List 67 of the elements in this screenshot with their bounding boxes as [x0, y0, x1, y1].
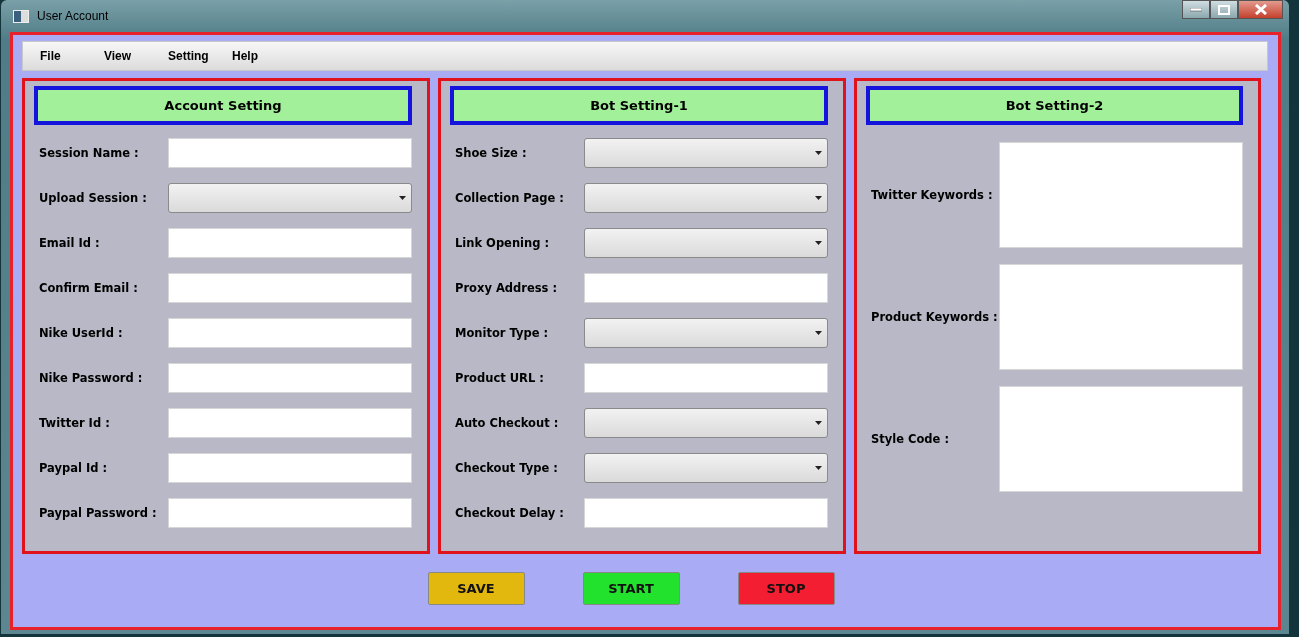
text-area[interactable]	[999, 264, 1243, 370]
caret-icon	[815, 465, 822, 470]
input-field[interactable]	[168, 452, 412, 483]
text-area[interactable]	[999, 142, 1243, 248]
field-label: Proxy Address :	[455, 280, 559, 295]
action-button[interactable]: STOP	[737, 572, 835, 605]
close-icon	[1253, 4, 1268, 15]
menu-item[interactable]: File	[40, 49, 104, 63]
field-label: Paypal Id :	[39, 460, 109, 475]
input-field[interactable]	[168, 137, 412, 168]
dropdown[interactable]	[584, 317, 828, 348]
minimize-button[interactable]	[1182, 0, 1210, 19]
text-area[interactable]	[999, 386, 1243, 492]
field-label: Nike Password :	[39, 370, 144, 385]
caret-icon	[815, 240, 822, 245]
field-label: Checkout Type :	[455, 460, 559, 475]
input-field[interactable]	[584, 362, 828, 393]
field-label: Email Id :	[39, 235, 101, 250]
dropdown[interactable]	[584, 137, 828, 168]
menu-item[interactable]: Help	[232, 49, 296, 63]
field-label: Collection Page :	[455, 190, 565, 205]
dropdown[interactable]	[584, 407, 828, 438]
maximize-button[interactable]	[1210, 0, 1238, 19]
panel-header: Bot Setting-2	[866, 86, 1243, 125]
caret-icon	[815, 150, 822, 155]
field-label: Checkout Delay :	[455, 505, 565, 520]
field-label: Product URL :	[455, 370, 545, 385]
field-label: Monitor Type :	[455, 325, 550, 340]
input-field[interactable]	[168, 317, 412, 348]
field-label: Product Keywords :	[871, 310, 999, 324]
field-label: Twitter Id :	[39, 415, 111, 430]
input-field[interactable]	[168, 497, 412, 528]
menu-item[interactable]: Setting	[168, 49, 232, 63]
panel-header: Account Setting	[34, 86, 412, 125]
menu-item[interactable]: View	[104, 49, 168, 63]
maximize-icon	[1218, 4, 1230, 15]
field-label: Link Opening :	[455, 235, 551, 250]
field-label: Paypal Password :	[39, 505, 158, 520]
field-label: Upload Session :	[39, 190, 148, 205]
field-label: Style Code :	[871, 432, 950, 446]
input-field[interactable]	[584, 272, 828, 303]
app-icon	[13, 9, 29, 23]
dropdown[interactable]	[584, 452, 828, 483]
action-button[interactable]: START	[582, 572, 680, 605]
window-title: User Account	[37, 9, 109, 23]
input-field[interactable]	[584, 497, 828, 528]
input-field[interactable]	[168, 227, 412, 258]
field-label: Nike UserId :	[39, 325, 124, 340]
input-field[interactable]	[168, 362, 412, 393]
field-label: Auto Checkout :	[455, 415, 560, 430]
caret-icon	[399, 195, 406, 200]
input-field[interactable]	[168, 272, 412, 303]
caret-icon	[815, 420, 822, 425]
field-label: Shoe Size :	[455, 145, 528, 160]
field-label: Twitter Keywords :	[871, 188, 994, 202]
minimize-icon	[1190, 7, 1202, 12]
dropdown[interactable]	[584, 182, 828, 213]
input-field[interactable]	[168, 407, 412, 438]
action-button[interactable]: SAVE	[427, 572, 525, 605]
close-button[interactable]	[1238, 0, 1283, 19]
panel-header: Bot Setting-1	[450, 86, 828, 125]
dropdown[interactable]	[584, 227, 828, 258]
dropdown[interactable]	[168, 182, 412, 213]
field-label: Session Name :	[39, 145, 140, 160]
field-label: Confirm Email :	[39, 280, 139, 295]
caret-icon	[815, 195, 822, 200]
caret-icon	[815, 330, 822, 335]
